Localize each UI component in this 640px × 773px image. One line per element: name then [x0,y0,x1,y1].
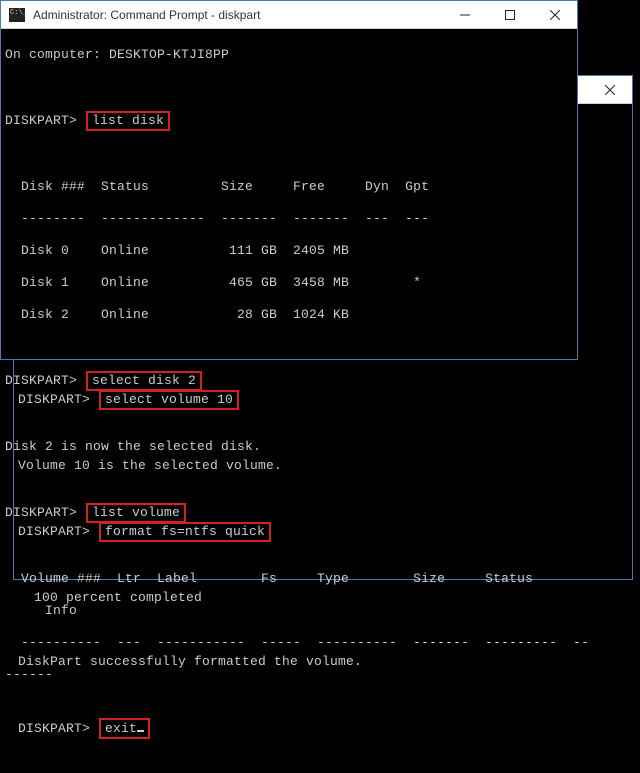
output-line [5,407,573,423]
output-line [5,79,573,95]
highlight-select-disk: select disk 2 [86,371,202,391]
maximize-button[interactable] [487,1,532,28]
output-line [5,539,573,555]
highlight-exit: exit [99,718,150,739]
close-button[interactable] [532,1,577,28]
prompt: DISKPART> [5,373,77,388]
cursor [137,720,144,732]
output-line [5,471,573,487]
table-row: Disk 1 Online 465 GB 3458 MB * [5,275,573,291]
titlebar-front[interactable]: Administrator: Command Prompt - diskpart [1,1,577,29]
terminal-output-front[interactable]: On computer: DESKTOP-KTJI8PP DISKPART> l… [1,29,577,717]
output-line: On computer: DESKTOP-KTJI8PP [5,47,573,63]
prompt: DISKPART> [5,113,77,128]
close-button[interactable] [587,76,632,103]
table-divider: -------- ------------- ------- ------- -… [5,211,573,227]
table-header: Info [5,603,573,619]
output-line [5,339,573,355]
highlight-list-volume: list volume [86,503,186,523]
output-line: Disk 2 is now the selected disk. [5,439,573,455]
table-row: Disk 2 Online 28 GB 1024 KB [5,307,573,323]
table-header: Disk ### Status Size Free Dyn Gpt [5,179,573,195]
table-divider: ---------- --- ----------- ----- -------… [5,635,573,651]
title-text-front: Administrator: Command Prompt - diskpart [31,8,442,22]
prompt: DISKPART> [18,721,90,736]
minimize-button[interactable] [442,1,487,28]
output-line [5,147,573,163]
command-prompt-window-front: Administrator: Command Prompt - diskpart… [0,0,578,360]
window-controls-front [442,1,577,28]
table-divider: ------ [5,667,573,683]
cmd-icon [9,8,25,22]
prompt: DISKPART> [5,505,77,520]
table-row: Disk 0 Online 111 GB 2405 MB [5,243,573,259]
highlight-list-disk: list disk [86,111,170,131]
